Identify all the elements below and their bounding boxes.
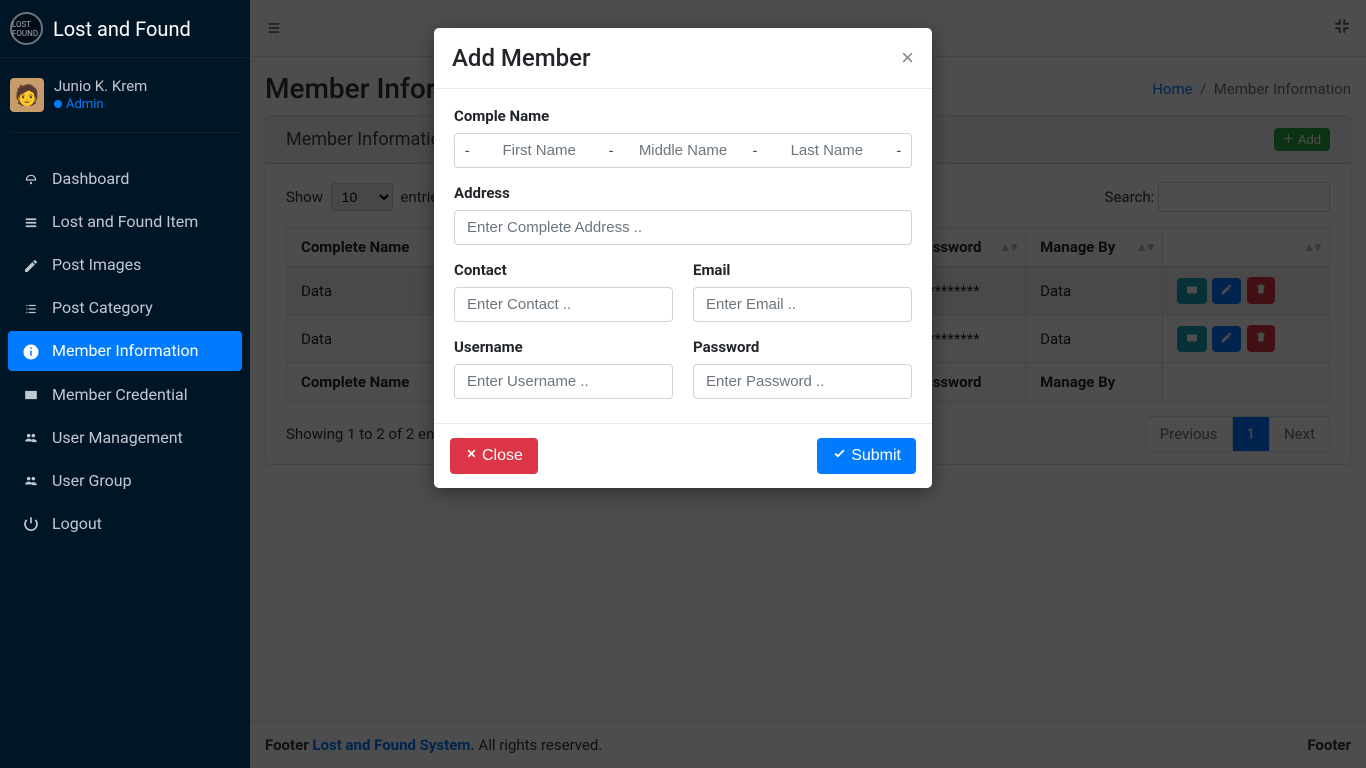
sidebar-item-post-category[interactable]: Post Category bbox=[8, 288, 242, 327]
submit-button[interactable]: Submit bbox=[817, 438, 916, 474]
label-address: Address bbox=[454, 184, 912, 202]
sidebar-item-user-group[interactable]: User Group bbox=[8, 461, 242, 500]
label-username: Username bbox=[454, 338, 673, 356]
email-input[interactable] bbox=[693, 287, 912, 322]
close-button-label: Close bbox=[482, 447, 523, 465]
address-input[interactable] bbox=[454, 210, 912, 245]
sidebar-item-label: Logout bbox=[52, 514, 102, 533]
password-input[interactable] bbox=[693, 364, 912, 399]
last-name-input[interactable] bbox=[767, 134, 886, 167]
middle-name-input[interactable] bbox=[623, 134, 742, 167]
modal-header: Add Member × bbox=[434, 28, 932, 89]
user-panel: 🧑 Junio K. Krem Admin bbox=[0, 64, 250, 126]
sidebar-item-user-management[interactable]: User Management bbox=[8, 418, 242, 457]
id-card-icon bbox=[20, 385, 42, 404]
sidebar-item-label: Post Category bbox=[52, 298, 153, 317]
sidebar: LOST FOUND Lost and Found 🧑 Junio K. Kre… bbox=[0, 0, 250, 768]
users-icon bbox=[20, 471, 42, 490]
dash-separator: - bbox=[887, 141, 911, 160]
avatar: 🧑 bbox=[10, 78, 44, 112]
first-name-input[interactable] bbox=[479, 134, 598, 167]
sidebar-item-label: Post Images bbox=[52, 255, 141, 274]
modal-body: Comple Name - - - - Address Contact Emai… bbox=[434, 89, 932, 423]
users-icon bbox=[20, 428, 42, 447]
sidebar-item-label: User Group bbox=[52, 471, 132, 490]
label-complete-name: Comple Name bbox=[454, 107, 912, 125]
sidebar-item-label: Member Information bbox=[52, 341, 198, 360]
close-button[interactable]: Close bbox=[450, 438, 538, 474]
sidebar-item-label: Lost and Found Item bbox=[52, 212, 198, 231]
modal-title: Add Member bbox=[452, 44, 591, 72]
label-password: Password bbox=[693, 338, 912, 356]
sidebar-item-label: Dashboard bbox=[52, 169, 129, 188]
sidebar-item-label: Member Credential bbox=[52, 385, 188, 404]
check-icon bbox=[832, 447, 847, 465]
info-icon bbox=[20, 341, 42, 361]
sidebar-nav: Dashboard Lost and Found Item Post Image… bbox=[0, 159, 250, 547]
close-icon bbox=[465, 447, 478, 465]
sidebar-item-member-information[interactable]: Member Information bbox=[8, 331, 242, 371]
label-contact: Contact bbox=[454, 261, 673, 279]
dash-separator: - bbox=[455, 141, 479, 160]
contact-input[interactable] bbox=[454, 287, 673, 322]
dash-separator: - bbox=[743, 141, 767, 160]
dash-separator: - bbox=[599, 141, 623, 160]
label-email: Email bbox=[693, 261, 912, 279]
sidebar-item-post-images[interactable]: Post Images bbox=[8, 245, 242, 284]
power-icon bbox=[20, 514, 42, 533]
name-input-group: - - - - bbox=[454, 133, 912, 168]
modal-footer: Close Submit bbox=[434, 423, 932, 488]
submit-button-label: Submit bbox=[851, 447, 901, 465]
user-name: Junio K. Krem bbox=[54, 76, 147, 96]
user-role[interactable]: Admin bbox=[54, 96, 147, 114]
list-icon bbox=[20, 212, 42, 231]
list-ul-icon bbox=[20, 298, 42, 317]
modal-close-button[interactable]: × bbox=[901, 47, 914, 69]
sidebar-item-dashboard[interactable]: Dashboard bbox=[8, 159, 242, 198]
sidebar-item-lost-found-item[interactable]: Lost and Found Item bbox=[8, 202, 242, 241]
username-input[interactable] bbox=[454, 364, 673, 399]
sidebar-item-label: User Management bbox=[52, 428, 183, 447]
brand-name: Lost and Found bbox=[53, 17, 191, 41]
brand[interactable]: LOST FOUND Lost and Found bbox=[0, 0, 250, 58]
sidebar-item-member-credential[interactable]: Member Credential bbox=[8, 375, 242, 414]
sidebar-item-logout[interactable]: Logout bbox=[8, 504, 242, 543]
brand-logo: LOST FOUND bbox=[10, 12, 43, 45]
add-member-modal: Add Member × Comple Name - - - - Address… bbox=[434, 28, 932, 488]
edit-icon bbox=[20, 255, 42, 274]
sidebar-divider bbox=[10, 132, 240, 133]
dashboard-icon bbox=[20, 169, 42, 188]
